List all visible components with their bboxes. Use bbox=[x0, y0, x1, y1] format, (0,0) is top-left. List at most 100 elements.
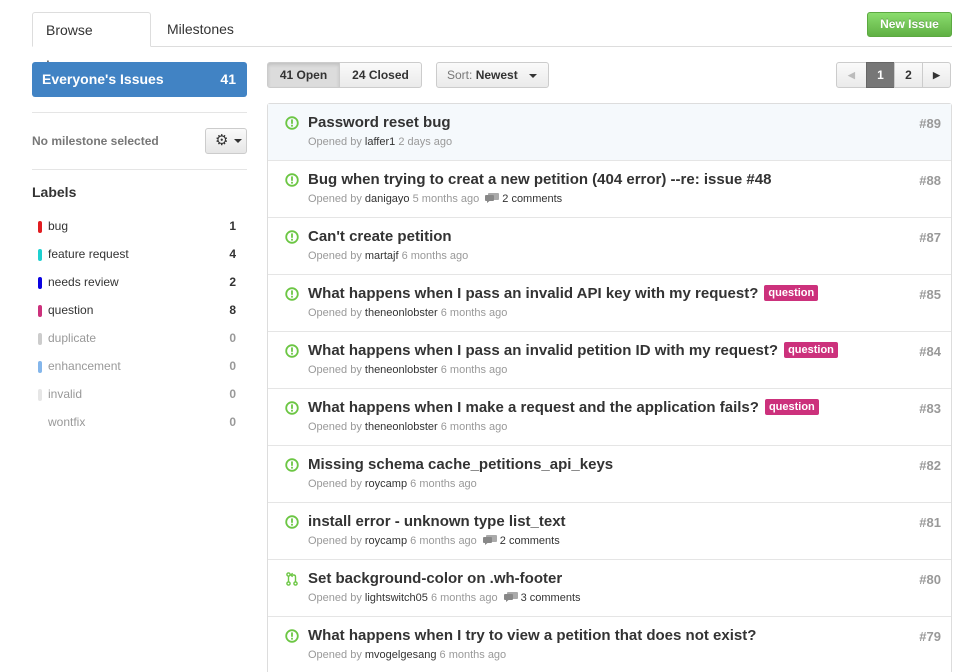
tab-browse-issues[interactable]: Browse Issues bbox=[32, 12, 151, 73]
closed-issues-button[interactable]: 24 Closed bbox=[339, 62, 422, 88]
issue-timestamp: 6 months ago bbox=[439, 649, 507, 661]
label-count: 0 bbox=[229, 387, 236, 401]
sort-prefix: Sort: bbox=[447, 68, 473, 82]
issue-author-link[interactable]: mvogelgesang bbox=[365, 649, 437, 661]
issue-row[interactable]: What happens when I pass an invalid peti… bbox=[268, 332, 951, 389]
issue-title-link[interactable]: What happens when I make a request and t… bbox=[308, 399, 759, 416]
label-color-swatch bbox=[38, 277, 42, 289]
issue-number: #79 bbox=[919, 629, 941, 644]
labels-heading: Labels bbox=[32, 184, 77, 200]
issue-timestamp: 6 months ago bbox=[440, 364, 508, 376]
issue-author-link[interactable]: martajf bbox=[365, 250, 399, 262]
issue-author-link[interactable]: theneonlobster bbox=[365, 421, 438, 433]
label-item[interactable]: feature request 4 bbox=[32, 246, 247, 266]
label-item[interactable]: invalid 0 bbox=[32, 386, 247, 406]
issue-author-link[interactable]: roycamp bbox=[365, 535, 407, 547]
issue-comments-link[interactable]: 3 comments bbox=[503, 592, 581, 604]
issue-label-badge[interactable]: question bbox=[764, 285, 819, 301]
sort-value: Newest bbox=[475, 68, 518, 82]
label-item[interactable]: bug 1 bbox=[32, 218, 247, 238]
open-issue-icon bbox=[285, 173, 299, 187]
label-count: 8 bbox=[229, 303, 236, 317]
issue-author-link[interactable]: laffer1 bbox=[365, 136, 395, 148]
issue-number: #82 bbox=[919, 458, 941, 473]
label-item[interactable]: duplicate 0 bbox=[32, 330, 247, 350]
label-item[interactable]: wontfix 0 bbox=[32, 414, 247, 434]
issue-timestamp: 6 months ago bbox=[440, 421, 508, 433]
label-item[interactable]: needs review 2 bbox=[32, 274, 247, 294]
page-1-button[interactable]: 1 bbox=[866, 62, 895, 88]
issue-title-link[interactable]: Bug when trying to creat a new petition … bbox=[308, 171, 771, 188]
issue-label-badge[interactable]: question bbox=[784, 342, 838, 358]
issue-meta: Opened by theneonlobster 6 months ago bbox=[308, 307, 507, 319]
issue-title-wrapper: Set background-color on .wh-footer bbox=[308, 570, 562, 587]
issue-row[interactable]: What happens when I make a request and t… bbox=[268, 389, 951, 446]
milestone-settings-button[interactable]: ⚙ bbox=[205, 128, 247, 154]
issue-row[interactable]: Can't create petition Opened by martajf 6… bbox=[268, 218, 951, 275]
issue-number: #89 bbox=[919, 116, 941, 131]
issue-label-badge[interactable]: question bbox=[764, 399, 819, 415]
issue-meta: Opened by mvogelgesang 6 months ago bbox=[308, 649, 506, 661]
issue-comments-link[interactable]: 2 comments bbox=[482, 535, 560, 547]
issue-title-wrapper: install error - unknown type list_text bbox=[308, 513, 566, 530]
label-item[interactable]: question 8 bbox=[32, 302, 247, 322]
divider bbox=[32, 112, 247, 113]
label-name: needs review bbox=[48, 275, 119, 289]
issue-title-wrapper: Password reset bug bbox=[308, 114, 451, 131]
issue-row[interactable]: Missing schema cache_petitions_api_keys O… bbox=[268, 446, 951, 503]
issue-title-link[interactable]: What happens when I pass an invalid peti… bbox=[308, 342, 778, 359]
page-2-button[interactable]: 2 bbox=[894, 62, 923, 88]
pull-request-icon bbox=[285, 572, 299, 586]
label-name: invalid bbox=[48, 387, 83, 401]
issue-timestamp: 6 months ago bbox=[440, 307, 508, 319]
label-color-swatch bbox=[38, 333, 42, 345]
issue-number: #83 bbox=[919, 401, 941, 416]
issue-row[interactable]: Bug when trying to creat a new petition … bbox=[268, 161, 951, 218]
issue-author-link[interactable]: lightswitch05 bbox=[365, 592, 428, 604]
issue-author-link[interactable]: roycamp bbox=[365, 478, 407, 490]
opened-by-text: Opened by bbox=[308, 250, 362, 262]
issue-title-link[interactable]: Password reset bug bbox=[308, 114, 451, 131]
open-issue-icon bbox=[285, 116, 299, 130]
everyones-issues-filter[interactable]: Everyone's Issues 41 bbox=[32, 62, 247, 97]
opened-by-text: Opened by bbox=[308, 592, 362, 604]
opened-by-text: Opened by bbox=[308, 307, 362, 319]
issue-title-link[interactable]: Missing schema cache_petitions_api_keys bbox=[308, 456, 613, 473]
open-issue-icon bbox=[285, 629, 299, 643]
milestone-selection: No milestone selected bbox=[32, 134, 159, 148]
label-name: duplicate bbox=[48, 331, 97, 345]
previous-page-button[interactable]: ◀ bbox=[836, 62, 867, 88]
issue-title-wrapper: Can't create petition bbox=[308, 228, 452, 245]
issue-title-link[interactable]: Set background-color on .wh-footer bbox=[308, 570, 562, 587]
issue-number: #84 bbox=[919, 344, 941, 359]
issue-comments-link[interactable]: 2 comments bbox=[485, 193, 562, 205]
issue-title-link[interactable]: Can't create petition bbox=[308, 228, 452, 245]
issue-number: #88 bbox=[919, 173, 941, 188]
comment-count: 3 comments bbox=[520, 592, 581, 604]
issue-row[interactable]: What happens when I try to view a petiti… bbox=[268, 617, 951, 672]
label-color-swatch bbox=[38, 389, 42, 401]
issue-title-link[interactable]: What happens when I pass an invalid API … bbox=[308, 285, 758, 302]
issue-meta: Opened by theneonlobster 6 months ago bbox=[308, 364, 507, 376]
issue-author-link[interactable]: theneonlobster bbox=[365, 307, 438, 319]
issue-number: #80 bbox=[919, 572, 941, 587]
issue-row[interactable]: install error - unknown type list_text Op… bbox=[268, 503, 951, 560]
open-issues-button[interactable]: 41 Open bbox=[267, 62, 340, 88]
issue-title-link[interactable]: What happens when I try to view a petiti… bbox=[308, 627, 756, 644]
issue-row[interactable]: Password reset bug Opened by laffer1 2 da… bbox=[268, 104, 951, 161]
issue-title-link[interactable]: install error - unknown type list_text bbox=[308, 513, 566, 530]
issue-row[interactable]: What happens when I pass an invalid API … bbox=[268, 275, 951, 332]
issue-row[interactable]: Set background-color on .wh-footer Opened… bbox=[268, 560, 951, 617]
issue-author-link[interactable]: danigayo bbox=[365, 193, 410, 205]
next-page-button[interactable]: ▶ bbox=[922, 62, 951, 88]
new-issue-button[interactable]: New Issue bbox=[867, 12, 952, 37]
label-item[interactable]: enhancement 0 bbox=[32, 358, 247, 378]
issue-number: #87 bbox=[919, 230, 941, 245]
open-issue-icon bbox=[285, 401, 299, 415]
issue-author-link[interactable]: theneonlobster bbox=[365, 364, 438, 376]
sort-dropdown[interactable]: Sort: Newest bbox=[436, 62, 549, 88]
tab-milestones[interactable]: Milestones bbox=[154, 12, 247, 47]
gear-icon: ⚙ bbox=[215, 132, 229, 149]
label-count: 0 bbox=[229, 331, 236, 345]
comment-count: 2 comments bbox=[499, 535, 560, 547]
